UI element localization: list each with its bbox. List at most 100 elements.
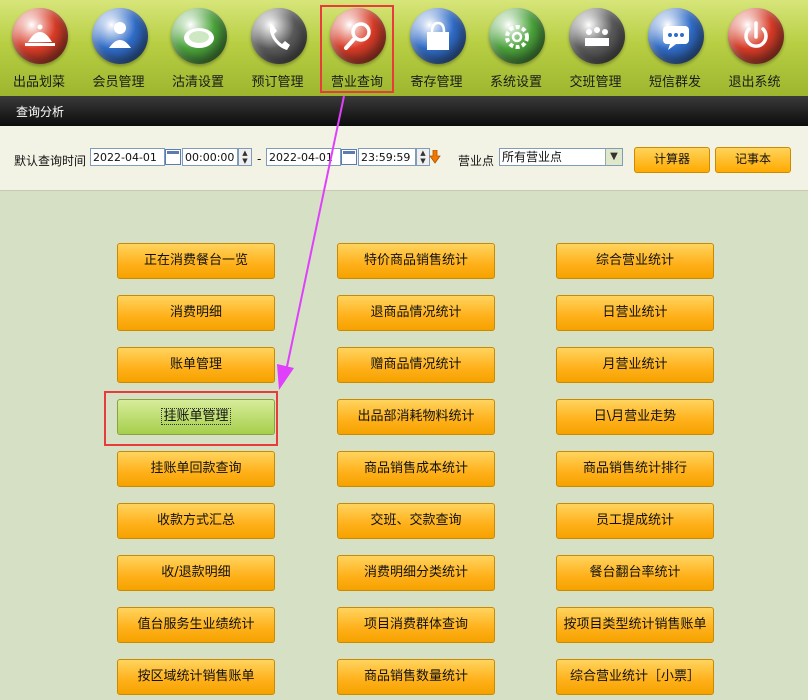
- default-query-time-label: 默认查询时间: [14, 154, 87, 168]
- end-time-spinner[interactable]: ▲ ▼: [416, 148, 430, 166]
- annotation-arrow-head: [277, 364, 294, 390]
- start-calendar-icon[interactable]: [165, 149, 181, 165]
- query-button-col2-1[interactable]: 特价商品销售统计: [337, 243, 495, 279]
- query-button-label: 按区域统计销售账单: [137, 669, 255, 684]
- query-button-col2-8[interactable]: 项目消费群体查询: [337, 607, 495, 643]
- message-icon: [648, 8, 704, 64]
- toolbar-button-telephone[interactable]: 预订管理: [242, 6, 314, 92]
- query-button-label: 收/退款明细: [161, 565, 231, 580]
- query-button-col3-3[interactable]: 月营业统计: [556, 347, 714, 383]
- query-button-col1-9[interactable]: 按区域统计销售账单: [117, 659, 275, 695]
- toolbar-label: 交班管理: [569, 75, 622, 90]
- start-time-spinner[interactable]: ▲ ▼: [238, 148, 252, 166]
- query-button-col2-7[interactable]: 消费明细分类统计: [337, 555, 495, 591]
- query-button-col3-5[interactable]: 商品销售统计排行: [556, 451, 714, 487]
- plate-icon: [171, 8, 227, 64]
- query-button-col3-8[interactable]: 按项目类型统计销售账单: [556, 607, 714, 643]
- toolbar-label: 沽清设置: [171, 75, 224, 90]
- outlet-label: 营业点: [458, 154, 495, 168]
- query-button-label: 消费明细分类统计: [363, 565, 468, 580]
- query-button-label: 特价商品销售统计: [363, 253, 468, 268]
- query-button-label: 消费明细: [169, 305, 222, 320]
- query-button-col2-6[interactable]: 交班、交款查询: [337, 503, 495, 539]
- query-button-col3-7[interactable]: 餐台翻台率统计: [556, 555, 714, 591]
- toolbar-button-plate[interactable]: 沽清设置: [162, 6, 234, 92]
- start-time-field[interactable]: 00:00:00: [182, 148, 238, 166]
- end-time-field[interactable]: 23:59:59: [358, 148, 416, 166]
- outlet-select[interactable]: 所有营业点 ▼: [499, 148, 623, 166]
- query-button-col3-9[interactable]: 综合营业统计［小票］: [556, 659, 714, 695]
- query-button-col3-1[interactable]: 综合营业统计: [556, 243, 714, 279]
- toolbar-button-gear[interactable]: 系统设置: [480, 6, 552, 92]
- notepad-button[interactable]: 记事本: [715, 147, 791, 173]
- query-button-col1-6[interactable]: 收款方式汇总: [117, 503, 275, 539]
- query-button-label: 商品销售数量统计: [363, 669, 468, 684]
- toolbar-button-serving-cloche[interactable]: 出品划菜: [3, 6, 75, 92]
- tab-bar: 查询分析: [0, 96, 808, 126]
- query-button-label: 商品销售成本统计: [363, 461, 468, 476]
- query-button-label: 商品销售统计排行: [582, 461, 687, 476]
- query-button-col2-2[interactable]: 退商品情况统计: [337, 295, 495, 331]
- query-button-col1-3[interactable]: 账单管理: [117, 347, 275, 383]
- query-button-col3-6[interactable]: 员工提成统计: [556, 503, 714, 539]
- toolbar-label: 短信群发: [648, 75, 701, 90]
- query-button-label: 项目消费群体查询: [363, 617, 468, 632]
- query-button-label: 挂账单回款查询: [150, 461, 242, 476]
- toolbar-label: 退出系统: [728, 75, 781, 90]
- toolbar-button-power[interactable]: 退出系统: [719, 6, 791, 92]
- meeting-icon: [568, 8, 625, 64]
- power-icon: [727, 8, 784, 64]
- query-button-label: 按项目类型统计销售账单: [563, 617, 707, 632]
- toolbar-label: 出品划菜: [12, 75, 65, 90]
- query-button-col1-8[interactable]: 值台服务生业绩统计: [117, 607, 275, 643]
- query-button-label: 综合营业统计［小票］: [569, 669, 700, 684]
- query-button-label: 值台服务生业绩统计: [137, 617, 255, 632]
- toolbar-label: 预订管理: [251, 75, 304, 90]
- query-button-label: 出品部消耗物料统计: [357, 409, 475, 424]
- main-toolbar: 出品划菜 会员管理 沽清设置 预订管理 营业查询 寄存管理 系统设置 交班管理 短信群发 退出系统: [0, 0, 808, 96]
- query-button-col2-4[interactable]: 出品部消耗物料统计: [337, 399, 495, 435]
- range-separator: -: [257, 152, 262, 166]
- toolbar-button-message[interactable]: 短信群发: [639, 6, 711, 92]
- calculator-button[interactable]: 计算器: [634, 147, 710, 173]
- query-button-col1-2[interactable]: 消费明细: [117, 295, 275, 331]
- query-button-label: 日\月营业走势: [593, 409, 677, 424]
- query-button-col3-4[interactable]: 日\月营业走势: [556, 399, 714, 435]
- query-button-col2-3[interactable]: 赠商品情况统计: [337, 347, 495, 383]
- toolbar-button-magnifier[interactable]: 营业查询: [320, 5, 394, 93]
- query-filter-bar: 默认查询时间 2022-04-01 00:00:00 ▲ ▼ - 2022-04-…: [0, 126, 808, 191]
- gear-icon: [489, 8, 545, 64]
- query-button-col3-2[interactable]: 日营业统计: [556, 295, 714, 331]
- toolbar-button-meeting[interactable]: 交班管理: [560, 6, 632, 92]
- query-button-label: 餐台翻台率统计: [589, 565, 681, 580]
- toolbar-label: 寄存管理: [410, 75, 463, 90]
- serving-cloche-icon: [12, 8, 68, 64]
- toolbar-button-member-person[interactable]: 会员管理: [83, 6, 155, 92]
- end-calendar-icon[interactable]: [341, 149, 357, 165]
- download-arrow-icon[interactable]: [429, 150, 441, 164]
- query-button-label: 综合营业统计: [595, 253, 674, 268]
- query-button-label: 收款方式汇总: [156, 513, 235, 528]
- query-button-col2-9[interactable]: 商品销售数量统计: [337, 659, 495, 695]
- toolbar-label: 营业查询: [330, 75, 383, 90]
- query-button-label: 账单管理: [169, 357, 222, 372]
- query-button-label: 退商品情况统计: [370, 305, 462, 320]
- query-button-label: 员工提成统计: [595, 513, 674, 528]
- magnifier-icon: [330, 8, 386, 64]
- query-button-col2-5[interactable]: 商品销售成本统计: [337, 451, 495, 487]
- toolbar-label: 系统设置: [489, 75, 542, 90]
- chevron-down-icon[interactable]: ▼: [605, 149, 622, 165]
- end-date-field[interactable]: 2022-04-01: [266, 148, 341, 166]
- start-date-field[interactable]: 2022-04-01: [90, 148, 165, 166]
- bag-icon: [409, 8, 466, 64]
- highlight-box-selected: [104, 391, 278, 446]
- toolbar-button-bag[interactable]: 寄存管理: [401, 6, 473, 92]
- query-button-col1-7[interactable]: 收/退款明细: [117, 555, 275, 591]
- member-person-icon: [91, 8, 148, 64]
- query-button-col1-5[interactable]: 挂账单回款查询: [117, 451, 275, 487]
- outlet-select-value: 所有营业点: [502, 150, 563, 164]
- query-button-label: 交班、交款查询: [370, 513, 462, 528]
- query-button-col1-1[interactable]: 正在消费餐台一览: [117, 243, 275, 279]
- tab-query-analysis[interactable]: 查询分析: [16, 103, 64, 120]
- query-button-label: 赠商品情况统计: [370, 357, 462, 372]
